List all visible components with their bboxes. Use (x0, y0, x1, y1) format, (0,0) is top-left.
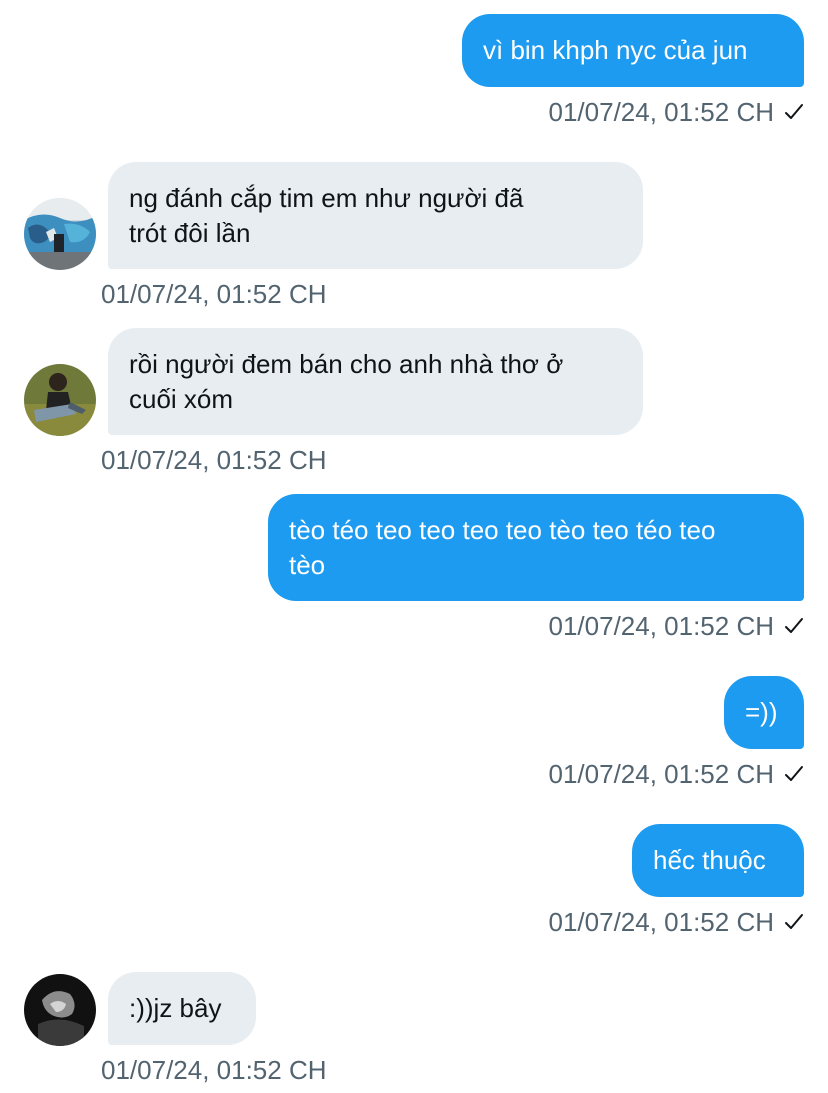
graffiti-photo-avatar[interactable] (24, 198, 96, 270)
message-meta: 01/07/24, 01:52 CH (549, 759, 805, 789)
message-bubble-outgoing[interactable]: =)) (724, 676, 804, 749)
message-bubble-incoming[interactable]: ng đánh cắp tim em như người đã trót đôi… (108, 162, 643, 269)
check-icon (785, 766, 803, 781)
person-on-grass-avatar[interactable] (24, 364, 96, 436)
message-bubble-incoming[interactable]: rồi người đem bán cho anh nhà thơ ở cuối… (108, 328, 643, 435)
message-timestamp: 01/07/24, 01:52 CH (548, 97, 775, 127)
message-bubble-outgoing[interactable]: vì bin khph nyc của jun (462, 14, 804, 87)
check-icon (785, 914, 803, 929)
message-bubble-outgoing[interactable]: hếc thuộc (632, 824, 804, 897)
message-timestamp: 01/07/24, 01:52 CH (548, 759, 775, 789)
check-icon (785, 618, 803, 633)
message-timestamp: 01/07/24, 01:52 CH (101, 279, 327, 309)
message-meta: 01/07/24, 01:52 CH (549, 97, 805, 127)
message-bubble-incoming[interactable]: :))jz bây (108, 972, 256, 1045)
message-meta: 01/07/24, 01:52 CH (549, 907, 805, 937)
message-timestamp: 01/07/24, 01:52 CH (548, 907, 775, 937)
message-timestamp: 01/07/24, 01:52 CH (101, 1055, 327, 1085)
message-bubble-outgoing[interactable]: tèo téo teo teo teo teo tèo teo téo teo … (268, 494, 804, 601)
message-timestamp: 01/07/24, 01:52 CH (101, 445, 327, 475)
message-meta: 01/07/24, 01:52 CH (549, 611, 805, 641)
check-icon (785, 104, 803, 119)
dark-portrait-avatar[interactable] (24, 974, 96, 1046)
message-timestamp: 01/07/24, 01:52 CH (548, 611, 775, 641)
